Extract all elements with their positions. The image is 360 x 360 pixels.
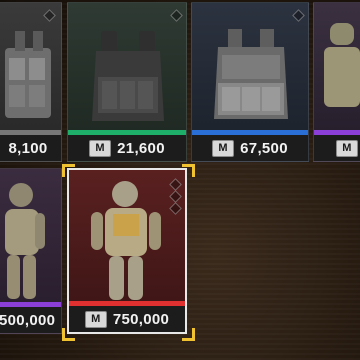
price-value: 21,600 [117, 139, 165, 157]
price-value: 67,500 [240, 139, 288, 157]
price-value: 8,100 [8, 139, 48, 157]
selection-corner [182, 164, 195, 177]
item-card-vest-3[interactable]: M 67,500 [191, 2, 309, 162]
selection-corner [62, 328, 75, 341]
price-bar: M [314, 135, 360, 161]
currency-icon: M [212, 139, 235, 157]
suit-image [324, 23, 360, 107]
selection-corner [182, 328, 195, 341]
tactical-vest-image [5, 31, 51, 118]
price-value: 750,000 [112, 310, 170, 328]
currency-icon: M [336, 139, 358, 157]
price-bar: 8,100 [0, 135, 61, 161]
plate-carrier-image [92, 31, 164, 121]
currency-icon: M [89, 139, 112, 157]
item-card-suit-2[interactable]: M 750,000 [67, 168, 187, 334]
item-card-vest-1[interactable]: 8,100 [0, 2, 62, 162]
item-card-vest-2[interactable]: M 21,600 [67, 2, 187, 162]
price-bar: M 750,000 [69, 306, 185, 332]
item-card-suit-1[interactable]: 500,000 [0, 168, 62, 334]
price-bar: 500,000 [0, 307, 61, 333]
bomb-suit-image [5, 183, 45, 299]
price-value: 500,000 [0, 311, 56, 329]
price-bar: M 21,600 [68, 135, 186, 161]
bomb-suit-image [91, 181, 161, 300]
heavy-vest-image [214, 29, 288, 119]
item-card-vest-4[interactable]: M [313, 2, 360, 162]
currency-icon: M [84, 310, 107, 328]
selection-corner [62, 164, 75, 177]
price-bar: M 67,500 [192, 135, 308, 161]
